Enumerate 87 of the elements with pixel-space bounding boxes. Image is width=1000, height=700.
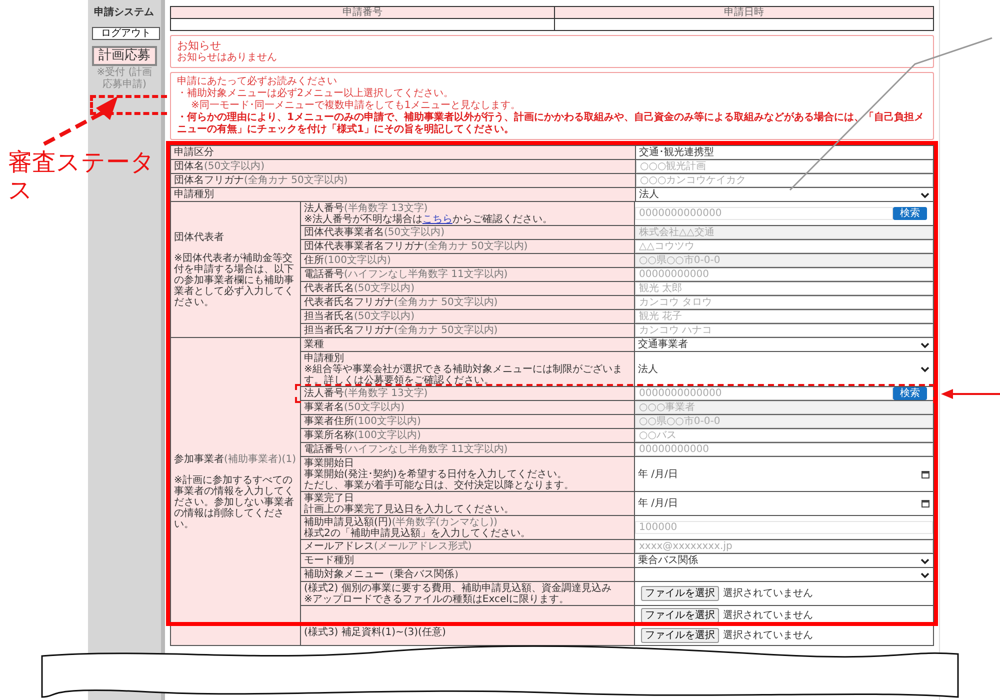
field-label: 申請種別	[304, 353, 344, 364]
field-label: 代表者氏名(50文字以内)	[304, 283, 415, 294]
input-field[interactable]: カンコウ ハナコ	[635, 324, 933, 337]
input-field[interactable]: xxxx@xxxxxxxx.jp	[635, 540, 933, 553]
field-label: 電話番号(ハイフンなし半角数字 11文字以内)	[304, 269, 508, 280]
field-label: 申請種別	[174, 189, 214, 200]
select-field[interactable]: 交通事業者	[635, 338, 933, 351]
field-label: 事業完了日	[304, 493, 354, 504]
select-field[interactable]: 乗合バス関係	[635, 554, 933, 567]
file-status-text: 選択されていません	[723, 588, 813, 599]
field-label: モード種別	[304, 555, 354, 566]
group-label: 参加事業者(補助事業者)(1)	[174, 454, 297, 464]
logout-button[interactable]: ログアウト	[92, 27, 160, 40]
input-field[interactable]: 0000000000000	[635, 387, 893, 400]
field-label: 業種	[304, 339, 324, 350]
field-label: 事業者住所(100文字以内)	[304, 416, 421, 427]
hint-text: ただし、事業が着手可能な日は、交付決定以降となります。	[304, 480, 575, 491]
select-field[interactable]: 法人	[636, 188, 933, 201]
input-field[interactable]: 00000000000	[635, 268, 933, 281]
field-label: メールアドレス(メールアドレス形式)	[304, 541, 472, 552]
column-header: 申請日時	[554, 7, 933, 19]
field-label: 法人番号(半角数字 13文字)	[304, 388, 428, 399]
field-label: 団体名(50文字以内)	[174, 161, 265, 172]
notice-message: お知らせはありません	[177, 52, 278, 64]
hint-text: 計画上の事業完了見込日を入力してください。	[304, 504, 515, 515]
hint-text: 事業開始(発注･契約)を希望する日付を入力してください。	[304, 469, 568, 480]
chevron-down-icon	[920, 365, 930, 373]
date-field[interactable]: 年 /月/日	[635, 468, 933, 480]
field-label: 事業所名称(100文字以内)	[304, 430, 421, 441]
search-button[interactable]: 検索	[893, 387, 927, 400]
instruction-text: ※同一モード･同一メニューで複数申請をしても1メニューと見なします。	[190, 100, 522, 112]
field-label: 担当者氏名フリガナ(全角カナ 50文字以内)	[304, 325, 498, 336]
date-field[interactable]: 年 /月/日	[635, 497, 933, 510]
field-label: 補助対象メニュー（乗合バス関係）	[304, 569, 464, 580]
input-field[interactable]: ○○○カンコウケイカク	[636, 174, 933, 187]
hint-text: 様式2の「補助申請見込額」を入力してください。	[304, 528, 532, 539]
instructions-heading: 申請にあたって必ずお読みください	[177, 76, 338, 88]
field-label: 事業者名(50文字以内)	[304, 402, 405, 413]
file-status-text: 選択されていません	[723, 630, 813, 641]
hint-text: ※法人番号が不明な場合はこちらからご確認ください。	[304, 214, 554, 225]
chevron-down-icon	[920, 340, 930, 348]
field-label: 代表者氏名フリガナ(全角カナ 50文字以内)	[304, 297, 498, 308]
input-field[interactable]: △△コウツウ	[635, 240, 933, 253]
field-label: (様式3) 補足資料(1)~(3)(任意)	[304, 627, 446, 638]
pointer-arrow	[941, 388, 1000, 398]
chevron-down-icon	[920, 190, 930, 198]
group-label: 団体代表者	[174, 232, 225, 242]
file-select-button[interactable]: ファイルを選択	[641, 628, 719, 643]
input-field[interactable]: 0000000000000	[635, 207, 893, 220]
select-field[interactable]: 法人	[635, 362, 933, 376]
field-label: 電話番号(ハイフンなし半角数字 11文字以内)	[304, 444, 508, 455]
field-label: 申請区分	[174, 147, 214, 158]
menu-item[interactable]: 計画応募	[92, 46, 157, 66]
field-label: 団体代表事業者名(50文字以内)	[304, 227, 445, 238]
field-label: 団体代表事業者名フリガナ(全角カナ 50文字以内)	[304, 241, 528, 252]
hint-text: ※アップロードできるファイルの種類はExcelに限ります。	[304, 594, 570, 605]
field-label: (様式2) 個別の事業に要する費用、補助申請見込額、資金調達見込み	[304, 583, 612, 594]
link[interactable]: こちら	[422, 214, 452, 225]
field-label: 住所(100文字以内)	[304, 255, 391, 266]
column-header: 申請番号	[171, 7, 554, 19]
file-status-text: 選択されていません	[723, 610, 813, 621]
status-callout-text: 審査ステータス	[8, 148, 156, 204]
search-button[interactable]: 検索	[893, 207, 927, 220]
notice-title: お知らせ	[177, 39, 222, 52]
input-field[interactable]: カンコウ タロウ	[635, 296, 933, 309]
input-field[interactable]: ○○○観光計画	[636, 160, 933, 173]
instruction-text: ・補助対象メニューは必ず2メニュー以上選択してください。	[177, 88, 454, 100]
input-field[interactable]: ○○○事業者	[635, 401, 933, 414]
instruction-text: ・何らかの理由により、1メニューのみの申請で、補助事業者以外が行う、計画にかかわる取組みや、自己資金のみ等による取組みなどがある場合には、「自己負担メニューの有無」にチェックを付け「様式1」にその旨を明記してください。	[177, 112, 925, 136]
input-field[interactable]: 観光 花子	[635, 310, 933, 323]
file-select-button[interactable]: ファイルを選択	[641, 586, 719, 601]
field-label: 団体名フリガナ(全角カナ 50文字以内)	[174, 175, 348, 186]
group-note: ※団体代表者が補助金等交付を申請する場合は、以下の参加事業者欄にも補助事業者として必ず入力してください。	[174, 252, 295, 308]
group-note: ※計画に参加するすべての事業者の情報を入力してください。参加しない事業者の情報は削除してください。	[174, 474, 295, 530]
input-field[interactable]: ○○バス	[635, 429, 933, 442]
calendar-icon	[921, 499, 930, 508]
field-label: 担当者氏名(50文字以内)	[304, 311, 415, 322]
app-title: 申請システム	[94, 7, 155, 19]
field-label: 事業開始日	[304, 458, 354, 469]
file-select-button[interactable]: ファイルを選択	[641, 608, 719, 623]
field-label: 法人番号(半角数字 13文字)	[304, 203, 428, 214]
input-field[interactable]: 100000	[635, 521, 933, 534]
field-label: 補助申請見込額(円)(半角数字(カンマなし))	[304, 517, 498, 528]
status-text: ※受付 (計画応募申請)	[96, 67, 154, 91]
calendar-icon	[921, 470, 930, 478]
input-field[interactable]: 00000000000	[635, 443, 933, 456]
field-value: 交通･観光連携型	[638, 146, 715, 159]
